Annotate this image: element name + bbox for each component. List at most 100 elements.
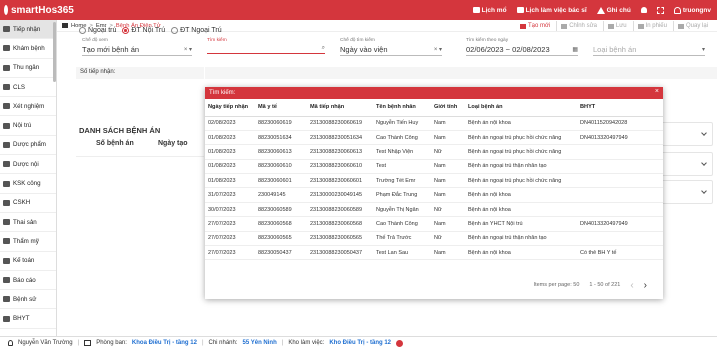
sidebar-item-bao-cao[interactable]: Báo cáo — [0, 271, 56, 291]
column-header[interactable]: BHYT — [577, 99, 663, 117]
insurance-icon — [3, 315, 10, 322]
table-row[interactable]: 27/07/2023 88230060565 23130088230060565 Th… — [205, 231, 663, 247]
chevron-right-icon[interactable]: › — [644, 280, 647, 291]
items-per-page[interactable]: Items per page: 50 — [534, 282, 580, 288]
column-header[interactable]: Mã tiếp nhận — [307, 99, 373, 117]
sidebar-item-xet-nghiem[interactable]: Xét nghiệm — [0, 97, 56, 117]
table-cell: Nam — [431, 130, 465, 146]
search-mode-select[interactable]: Chế độ tìm kiếm Ngày vào viện × ▾ — [340, 38, 442, 56]
table-row[interactable]: 01/08/2023 88230060601 23130088230060601 Tr… — [205, 173, 663, 189]
fullscreen-button[interactable] — [656, 6, 664, 14]
status-dot-icon[interactable] — [396, 339, 404, 347]
table-row[interactable]: 01/08/2023 88230060613 23130088230060613 Te… — [205, 144, 663, 160]
search-icon[interactable]: ⌕ — [322, 45, 325, 52]
search-input[interactable]: Tìm kiếm ⌕ — [207, 38, 325, 54]
column-header[interactable]: Tên bệnh nhân — [373, 99, 431, 117]
toolbar: Tạo mới Chỉnh sửa Lưu In phiếu Quay lại — [516, 21, 712, 31]
sidebar-item-duoc-pham[interactable]: Dược phẩm — [0, 136, 56, 156]
print-button[interactable]: In phiếu — [632, 21, 671, 31]
chevron-down-icon — [701, 160, 707, 166]
sidebar-item-noi-tru[interactable]: Nội trú — [0, 116, 56, 136]
dropdown-icon[interactable]: ▾ — [702, 46, 705, 53]
footer-room[interactable]: Khoa Điều Trị - tầng 12 — [132, 340, 197, 346]
doctor-schedule-link[interactable]: Lịch làm việc bác sĩ — [516, 7, 587, 14]
table-cell: 01/08/2023 — [205, 144, 255, 160]
table-row[interactable]: 31/07/2023 230049145 23130000230049145 Phạm… — [205, 187, 663, 203]
sidebar-item-cls[interactable]: CLS — [0, 78, 56, 98]
table-cell: 01/08/2023 — [205, 159, 255, 175]
table-cell — [577, 231, 663, 247]
table-cell: 88230060589 — [255, 202, 307, 218]
sidebar-item-thu-ngan[interactable]: Thu ngân — [0, 59, 56, 78]
table-cell: Test Lan Sau — [373, 245, 431, 261]
radio-circle — [79, 27, 86, 34]
user-menu[interactable]: truongnv — [673, 6, 711, 14]
sidebar-item-duoc-noi[interactable]: Dược nội — [0, 155, 56, 175]
table-row[interactable]: 27/07/2023 88230050437 23130088230050437 Te… — [205, 245, 663, 261]
save-button[interactable]: Lưu — [602, 21, 631, 31]
sidebar-item-benh-su[interactable]: Bệnh sử — [0, 290, 56, 310]
table-cell: Cao Thành Công — [373, 216, 431, 232]
surgery-schedule-link[interactable]: Lịch mổ — [472, 7, 507, 14]
table-cell: Nữ — [431, 202, 465, 218]
table-cell — [577, 173, 663, 189]
notes-link[interactable]: Ghi chú — [596, 6, 631, 14]
app-logo[interactable]: smartHos365 — [0, 5, 74, 16]
table-cell: Nam — [431, 159, 465, 175]
dropdown-icon[interactable]: × ▾ — [434, 46, 442, 53]
table-row[interactable]: 01/08/2023 88230051634 23130088230051634 Ca… — [205, 130, 663, 146]
record-type-select[interactable]: Loại bệnh án ▾ — [593, 38, 705, 56]
building-icon — [84, 340, 92, 346]
top-bar: smartHos365 Lịch mổ Lịch làm việc bác sĩ… — [0, 0, 717, 20]
record-list-header: Số bệnh án Ngày tạo — [76, 140, 204, 147]
chevron-left-icon[interactable]: ‹ — [630, 280, 633, 291]
sidebar-item-thai-san[interactable]: Thai sản — [0, 213, 56, 233]
back-button[interactable]: Quay lại — [672, 21, 712, 31]
sidebar-item-ke-toan[interactable]: Kế toán — [0, 252, 56, 271]
column-header[interactable]: Giới tính — [431, 99, 465, 117]
radio-dt-noi-tru[interactable]: ĐT Nội Trú — [122, 27, 165, 34]
col-created-date[interactable]: Ngày tạo — [158, 140, 188, 147]
table-row[interactable]: 27/07/2023 88230060568 23130088230060568 Ca… — [205, 216, 663, 232]
col-record-number[interactable]: Số bệnh án — [96, 140, 158, 147]
table-cell: 27/07/2023 — [205, 216, 255, 232]
table-cell: 23130088230060610 — [307, 159, 373, 175]
chevron-down-icon — [701, 130, 707, 136]
table-cell: Nam — [431, 173, 465, 189]
table-cell: 23130088230060589 — [307, 202, 373, 218]
sidebar-item-kham-benh[interactable]: Khám bệnh — [0, 39, 56, 59]
table-cell: 88230060619 — [255, 116, 307, 131]
sidebar-item-cskh[interactable]: CSKH — [0, 194, 56, 213]
sidebar-item-ksk-cong[interactable]: KSK công — [0, 174, 56, 194]
sidebar-item-tiep-nhan[interactable]: Tiếp nhận — [0, 20, 56, 40]
new-button[interactable]: Tạo mới — [516, 21, 554, 31]
column-header[interactable]: Loại bệnh án — [465, 99, 577, 117]
sidebar-item-bhyt[interactable]: BHYT — [0, 309, 56, 329]
table-row[interactable]: 01/08/2023 88230060610 23130088230060610 Te… — [205, 159, 663, 175]
table-cell: 01/08/2023 — [205, 130, 255, 146]
radio-dt-ngoai-tru[interactable]: ĐT Ngoại Trú — [171, 27, 222, 34]
table-row[interactable]: 02/08/2023 88230060619 23130088230060619 Ng… — [205, 116, 663, 131]
table-row[interactable]: 30/07/2023 88230060589 23130088230060589 Ng… — [205, 202, 663, 218]
radio-ngoai-tru[interactable]: Ngoại trú — [79, 27, 116, 34]
column-header[interactable]: Ngày tiếp nhận — [205, 99, 255, 117]
table-cell: Bệnh án ngoại trú thận nhân tạo — [465, 231, 577, 247]
patient-type-group: Ngoại trú ĐT Nội Trú ĐT Ngoại Trú — [79, 27, 222, 34]
footer-branch[interactable]: 55 Yên Ninh — [243, 340, 277, 346]
view-mode-select[interactable]: Chế độ xem Tạo mới bệnh án × ▾ — [82, 38, 192, 56]
footer-workspace[interactable]: Kho Điều Trị - tầng 12 — [329, 340, 391, 346]
edit-button[interactable]: Chỉnh sửa — [556, 21, 601, 31]
logo-icon — [4, 5, 8, 15]
bed-icon — [3, 122, 10, 129]
flask-icon — [3, 103, 10, 110]
close-icon[interactable]: × — [655, 88, 659, 95]
date-range-input[interactable]: Tìm kiếm theo ngày 02/06/2023 ~ 02/08/20… — [466, 38, 578, 56]
clear-icon[interactable]: × ▾ — [184, 46, 192, 53]
column-header[interactable]: Mã y tế — [255, 99, 307, 117]
notifications-button[interactable] — [640, 7, 647, 13]
pill-icon — [3, 141, 10, 148]
sidebar-item-tham-my[interactable]: Thẩm mỹ — [0, 232, 56, 252]
calendar-icon[interactable]: ▦ — [572, 46, 578, 53]
sidebar-scrollbar[interactable] — [53, 22, 56, 82]
table-cell — [577, 202, 663, 218]
